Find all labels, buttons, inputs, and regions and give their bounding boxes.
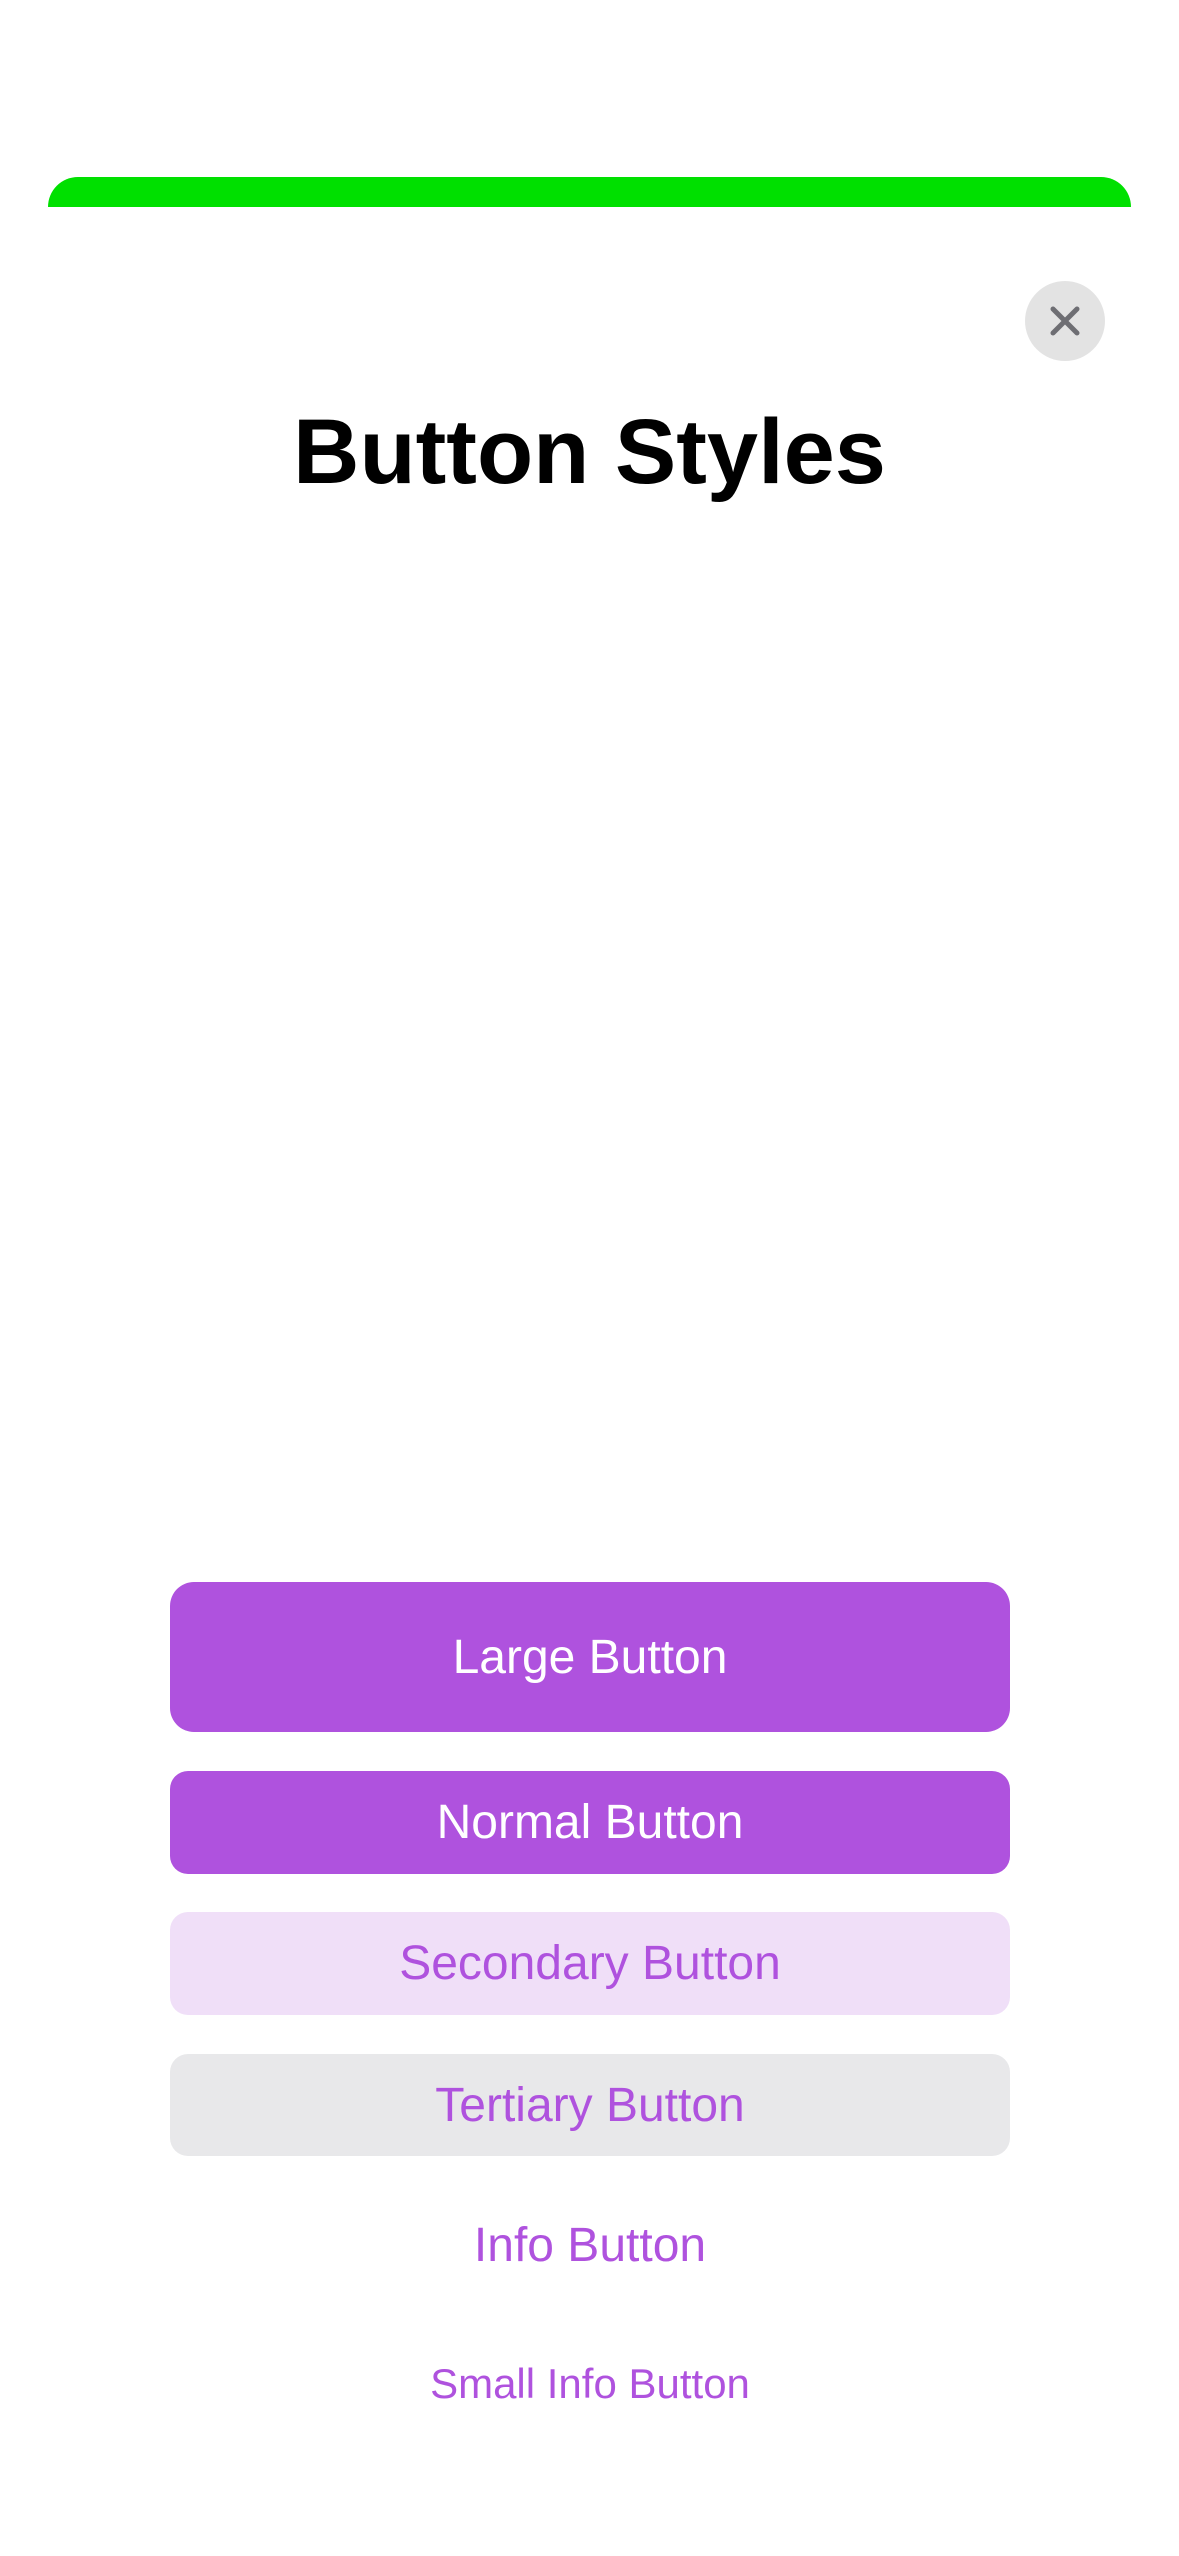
close-button[interactable]	[1025, 281, 1105, 361]
large-button[interactable]: Large Button	[170, 1582, 1010, 1732]
info-button[interactable]: Info Button	[170, 2194, 1010, 2296]
tertiary-button-label: Tertiary Button	[435, 2078, 745, 2132]
tertiary-button[interactable]: Tertiary Button	[170, 2054, 1010, 2156]
close-icon	[1048, 304, 1082, 338]
secondary-button[interactable]: Secondary Button	[170, 1912, 1010, 2015]
small-info-button[interactable]: Small Info Button	[170, 2340, 1010, 2428]
normal-button-label: Normal Button	[436, 1796, 744, 1849]
page-title: Button Styles	[293, 401, 886, 503]
info-button-label: Info Button	[473, 2218, 707, 2272]
secondary-button-label: Secondary Button	[399, 1937, 781, 1990]
top-accent-bar	[48, 177, 1131, 207]
large-button-label: Large Button	[452, 1630, 728, 1684]
small-info-button-label: Small Info Button	[430, 2360, 750, 2407]
normal-button[interactable]: Normal Button	[170, 1771, 1010, 1874]
